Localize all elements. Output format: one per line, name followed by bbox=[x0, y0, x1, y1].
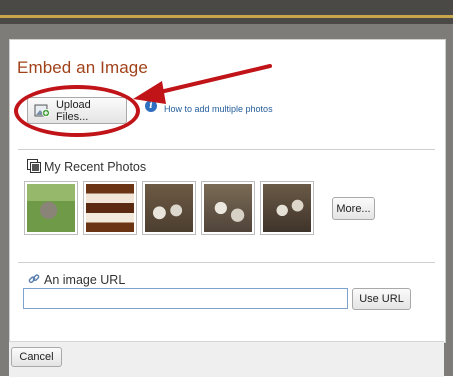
annotation-arrow bbox=[133, 64, 272, 104]
